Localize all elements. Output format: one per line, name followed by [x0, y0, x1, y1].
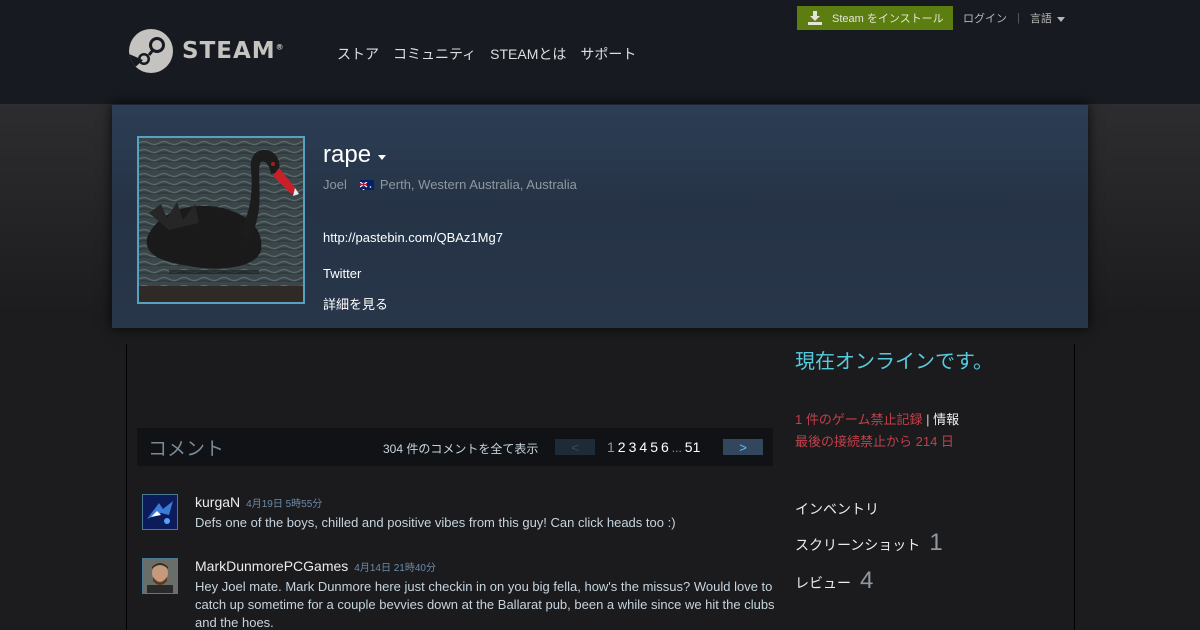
page-link[interactable]: 4	[639, 439, 647, 455]
inventory-link[interactable]: インベントリ	[795, 499, 879, 519]
australia-flag-icon	[359, 179, 374, 190]
logo-text: STEAM	[182, 38, 276, 64]
comment-author[interactable]: MarkDunmorePCGames	[195, 558, 348, 574]
comments-header: コメント 304 件のコメントを全て表示 < 1 2 3 4 5 6 ... 5…	[137, 428, 773, 466]
page-link[interactable]: 5	[650, 439, 658, 455]
comment-text: Hey Joel mate. Mark Dunmore here just ch…	[195, 579, 775, 630]
comments-title: コメント	[148, 439, 225, 460]
install-steam-label: Steam をインストール	[832, 13, 944, 25]
persona-name-text: rape	[323, 141, 372, 168]
reviews-count: 4	[860, 567, 874, 594]
language-label: 言語	[1029, 13, 1052, 25]
ban-separator: |	[926, 412, 930, 427]
page-link[interactable]: 6	[661, 439, 669, 455]
online-status: 現在オンラインです。	[795, 351, 993, 373]
screenshots-label: スクリーンショット	[795, 537, 921, 553]
black-swan-image	[139, 138, 303, 302]
ban-record: 1 件のゲーム禁止記録	[795, 412, 923, 427]
comment-timestamp: 4月19日 5時55分	[246, 499, 323, 510]
install-steam-button[interactable]: Steam をインストール	[797, 6, 953, 30]
nav-support[interactable]: サポート	[580, 44, 636, 64]
inventory-label: インベントリ	[795, 501, 879, 517]
screenshots-count: 1	[929, 529, 943, 556]
next-page-button[interactable]: >	[723, 439, 763, 455]
nav-store[interactable]: ストア	[337, 44, 379, 64]
language-pulldown[interactable]: 言語	[1030, 10, 1065, 26]
nav-community[interactable]: コミュニティ	[393, 44, 476, 64]
comment-author[interactable]: kurgaN	[195, 494, 240, 510]
commenter-avatar[interactable]	[142, 558, 178, 594]
page-link[interactable]: 2	[618, 439, 626, 455]
comment-author-row: kurgaN 4月19日 5時55分	[195, 494, 322, 510]
last-page-link[interactable]: 51	[685, 439, 701, 455]
nav-about[interactable]: STEAMとは	[490, 44, 566, 64]
reviews-label: レビュー	[795, 575, 851, 591]
screenshots-link[interactable]: スクリーンショット 1	[795, 529, 943, 557]
profile-avatar	[137, 136, 305, 304]
page-link[interactable]: 3	[629, 439, 637, 455]
steam-logo[interactable]: STEAM®	[129, 29, 285, 73]
pagination: 1 2 3 4 5 6 ... 51	[607, 439, 700, 455]
link-separator: |	[1017, 12, 1020, 24]
profile-realname-row: Joel Perth, Western Australia, Australia	[323, 177, 577, 192]
location-text: Perth, Western Australia, Australia	[379, 177, 577, 192]
ban-info-link[interactable]: 情報	[933, 412, 959, 427]
prev-page-button[interactable]: <	[555, 439, 595, 455]
more-info-link[interactable]: 詳細を見る	[323, 294, 388, 313]
commenter-avatar[interactable]	[142, 494, 178, 530]
global-header: STEAM® ストア コミュニティ STEAMとは サポート Steam をイン…	[0, 0, 1200, 104]
summary-twitter-link[interactable]: Twitter	[323, 266, 361, 281]
view-all-comments-link[interactable]: 304 件のコメントを全て表示	[383, 440, 538, 457]
chevron-down-icon[interactable]	[378, 154, 387, 160]
login-link[interactable]: ログイン	[963, 10, 1007, 26]
main-nav: ストア コミュニティ STEAMとは サポート	[337, 44, 636, 64]
logo-registered-mark: ®	[275, 42, 285, 52]
comment-text: Defs one of the boys, chilled and positi…	[195, 515, 676, 530]
reviews-link[interactable]: レビュー 4	[795, 567, 873, 595]
comment-author-row: MarkDunmorePCGames 4月14日 21時40分	[195, 558, 436, 574]
ban-record-row: 1 件のゲーム禁止記録 | 情報	[795, 409, 959, 428]
download-icon	[807, 11, 823, 25]
persona-name[interactable]: rape	[323, 141, 387, 169]
chevron-down-icon	[1056, 16, 1065, 22]
ban-days: 最後の接続禁止から 214 日	[795, 434, 954, 449]
comment-timestamp: 4月14日 21時40分	[354, 563, 436, 574]
real-name: Joel	[323, 177, 347, 192]
current-page: 1	[607, 439, 615, 455]
steam-logo-text: STEAM®	[182, 38, 285, 64]
steam-logo-icon	[129, 29, 173, 73]
summary-url-link[interactable]: http://pastebin.com/QBAz1Mg7	[323, 230, 503, 245]
global-actions: ログイン | 言語	[963, 10, 1065, 26]
pagination-ellipsis: ...	[671, 441, 682, 455]
